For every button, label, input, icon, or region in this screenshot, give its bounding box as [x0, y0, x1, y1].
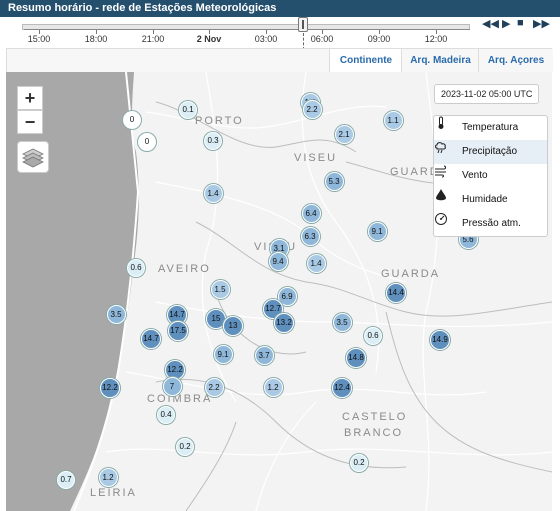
- map-place-label: LEIRIA: [90, 487, 137, 499]
- layer-vento[interactable]: Vento: [434, 164, 547, 188]
- layer-temperatura[interactable]: Temperatura: [434, 116, 547, 140]
- timeline-slider[interactable]: ◀◀ ▶ ■ ▶▶ 15:00 18:00 21:00 2 Nov 03:00 06:00…: [0, 17, 560, 50]
- timeline-axis: [24, 29, 470, 30]
- station-marker[interactable]: 0.7: [57, 471, 75, 489]
- station-marker[interactable]: 12.4: [332, 378, 352, 398]
- cloud-rain-icon: [435, 142, 446, 154]
- timeline-label: 12:00: [424, 34, 448, 44]
- region-tabs: Continente Arq. Madeira Arq. Açores: [6, 48, 553, 73]
- wind-icon: [435, 165, 446, 178]
- station-marker[interactable]: 14.8: [346, 348, 366, 368]
- station-marker[interactable]: 0: [123, 111, 141, 129]
- station-marker[interactable]: 5.3: [324, 171, 344, 191]
- station-marker[interactable]: 6.3: [300, 226, 320, 246]
- map-place-label: CASTELO: [342, 411, 408, 423]
- station-marker[interactable]: 0.3: [204, 132, 222, 150]
- layer-label: Temperatura: [462, 122, 519, 133]
- station-marker[interactable]: 1.4: [306, 253, 326, 273]
- timeline-label: 21:00: [141, 34, 165, 44]
- station-marker[interactable]: 2.2: [204, 377, 224, 397]
- layers-toggle-button[interactable]: [17, 141, 49, 173]
- station-marker[interactable]: 9.1: [367, 221, 387, 241]
- station-marker[interactable]: 3.7: [254, 345, 274, 365]
- next-button[interactable]: ▶▶: [533, 17, 550, 30]
- layer-label: Precipitação: [462, 146, 518, 157]
- station-marker[interactable]: 6.4: [301, 203, 321, 223]
- map-place-label: AVEIRO: [158, 263, 211, 275]
- station-marker[interactable]: 3.5: [106, 304, 126, 324]
- thermometer-icon: [438, 116, 444, 129]
- station-marker[interactable]: 0.4: [157, 406, 175, 424]
- station-marker[interactable]: 1.2: [263, 377, 283, 397]
- station-marker[interactable]: 0.2: [350, 454, 368, 472]
- station-marker[interactable]: 9.4: [268, 251, 288, 271]
- layer-precipitacao[interactable]: Precipitação: [434, 140, 547, 164]
- station-marker[interactable]: 0: [138, 133, 156, 151]
- station-marker[interactable]: 14.7: [141, 329, 161, 349]
- station-marker[interactable]: 2.1: [334, 124, 354, 144]
- zoom-in-button[interactable]: +: [17, 86, 43, 110]
- app-title: Resumo horário - rede de Estações Meteor…: [0, 0, 560, 17]
- layers-icon: [22, 148, 44, 168]
- map-view[interactable]: + − PORTOVISEUGUARDAAVEIROVISEUGUARDACOI…: [6, 72, 552, 511]
- layer-label: Pressão atm.: [462, 218, 521, 229]
- timeline-thumb[interactable]: [298, 17, 308, 32]
- map-place-label: COIMBRA: [147, 393, 213, 405]
- station-marker[interactable]: 0.1: [179, 101, 197, 119]
- station-marker[interactable]: 1.1: [383, 110, 403, 130]
- layer-selector: Temperatura Precipitação Vento Humidade …: [433, 115, 548, 237]
- map-place-label: VISEU: [294, 152, 338, 164]
- station-marker[interactable]: 12.2: [100, 378, 120, 398]
- map-place-label: GUARDA: [381, 268, 441, 280]
- station-marker[interactable]: 14.9: [430, 330, 450, 350]
- station-marker[interactable]: 1.5: [210, 279, 230, 299]
- station-marker[interactable]: 3.5: [332, 312, 352, 332]
- map-place-label: BRANCO: [344, 427, 404, 439]
- humidity-icon: [436, 189, 446, 201]
- station-marker[interactable]: 9.1: [213, 344, 233, 364]
- timeline-label: 2 Nov: [196, 34, 222, 44]
- station-marker[interactable]: 13: [223, 316, 243, 336]
- station-marker[interactable]: 1.2: [98, 467, 118, 487]
- tab-arq-acores[interactable]: Arq. Açores: [478, 49, 553, 73]
- station-marker[interactable]: 0.6: [127, 259, 145, 277]
- station-marker[interactable]: 2.2: [302, 99, 322, 119]
- timeline-label: 06:00: [310, 34, 334, 44]
- stop-button[interactable]: ■: [517, 17, 524, 29]
- timestamp-label: 2023-11-02 05:00 UTC: [434, 84, 540, 104]
- timeline-label: 09:00: [367, 34, 391, 44]
- station-marker[interactable]: 0.6: [364, 327, 382, 345]
- station-marker[interactable]: 1.4: [203, 183, 223, 203]
- timeline-label: 03:00: [254, 34, 278, 44]
- station-marker[interactable]: 14.4: [386, 283, 406, 303]
- previous-button[interactable]: ◀◀: [482, 17, 499, 30]
- map-place-label: PORTO: [195, 115, 244, 127]
- layer-label: Vento: [462, 170, 488, 181]
- timeline-label: 15:00: [27, 34, 51, 44]
- tab-arq-madeira[interactable]: Arq. Madeira: [401, 49, 479, 73]
- station-marker[interactable]: 0.2: [176, 438, 194, 456]
- tab-continente[interactable]: Continente: [329, 49, 402, 73]
- station-marker[interactable]: 7: [162, 376, 182, 396]
- layer-pressao[interactable]: Pressão atm.: [434, 212, 547, 236]
- play-button[interactable]: ▶: [502, 17, 510, 30]
- station-marker[interactable]: 13.2: [274, 313, 294, 333]
- timeline-label: 18:00: [84, 34, 108, 44]
- zoom-out-button[interactable]: −: [17, 110, 43, 134]
- station-marker[interactable]: 17.5: [168, 321, 188, 341]
- layer-humidade[interactable]: Humidade: [434, 188, 547, 212]
- layer-label: Humidade: [462, 194, 508, 205]
- gauge-icon: [435, 213, 447, 225]
